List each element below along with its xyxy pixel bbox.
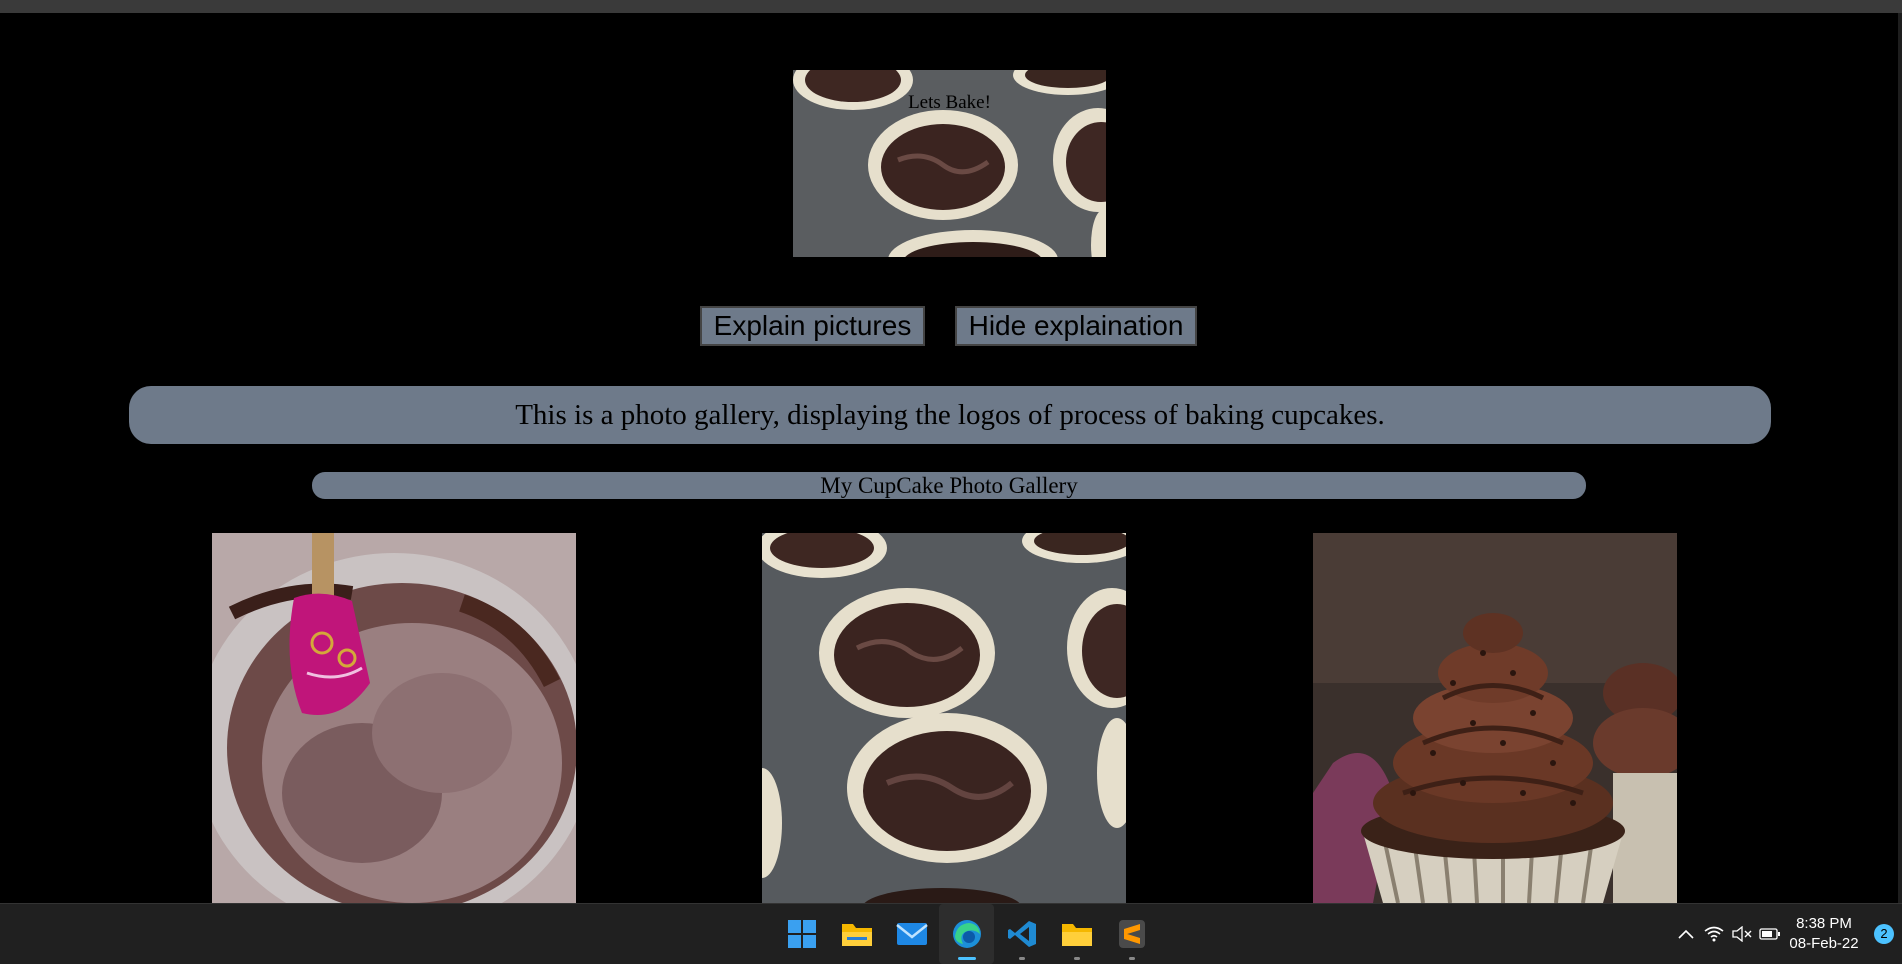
clock[interactable]: 8:38 PM 08-Feb-22 <box>1784 914 1864 954</box>
taskbar-apps <box>774 904 1159 964</box>
gallery-photo-frosted-cupcake <box>1313 533 1677 903</box>
clock-time: 8:38 PM <box>1796 915 1852 932</box>
vscode-icon[interactable] <box>994 904 1049 964</box>
explain-pictures-button[interactable]: Explain pictures <box>700 306 925 346</box>
browser-top-bar <box>0 0 1902 13</box>
wifi-icon[interactable] <box>1700 904 1728 964</box>
gallery-photo-cupcake-tin <box>762 533 1126 903</box>
system-tray: 8:38 PM 08-Feb-22 2 <box>1672 904 1902 964</box>
hide-explanation-button[interactable]: Hide explaination <box>955 306 1197 346</box>
page-scrollbar[interactable] <box>1898 13 1902 903</box>
chevron-up-icon[interactable] <box>1672 904 1700 964</box>
folder-icon[interactable] <box>1049 904 1104 964</box>
clock-date: 08-Feb-22 <box>1789 935 1859 952</box>
notification-badge[interactable]: 2 <box>1874 924 1894 944</box>
explanation-text: This is a photo gallery, displaying the … <box>129 386 1771 444</box>
mail-icon[interactable] <box>884 904 939 964</box>
battery-icon[interactable] <box>1756 904 1784 964</box>
sublime-text-icon[interactable] <box>1104 904 1159 964</box>
gallery-title: My CupCake Photo Gallery <box>312 472 1586 499</box>
edge-browser-icon[interactable] <box>939 904 994 964</box>
taskbar: 8:38 PM 08-Feb-22 2 <box>0 903 1902 964</box>
hero-title: Lets Bake! <box>908 92 991 113</box>
volume-muted-icon[interactable] <box>1728 904 1756 964</box>
hero-image: Lets Bake! <box>793 70 1106 257</box>
gallery-photo-batter-bowl <box>212 533 576 903</box>
file-explorer-icon[interactable] <box>829 904 884 964</box>
windows-start-icon[interactable] <box>774 904 829 964</box>
